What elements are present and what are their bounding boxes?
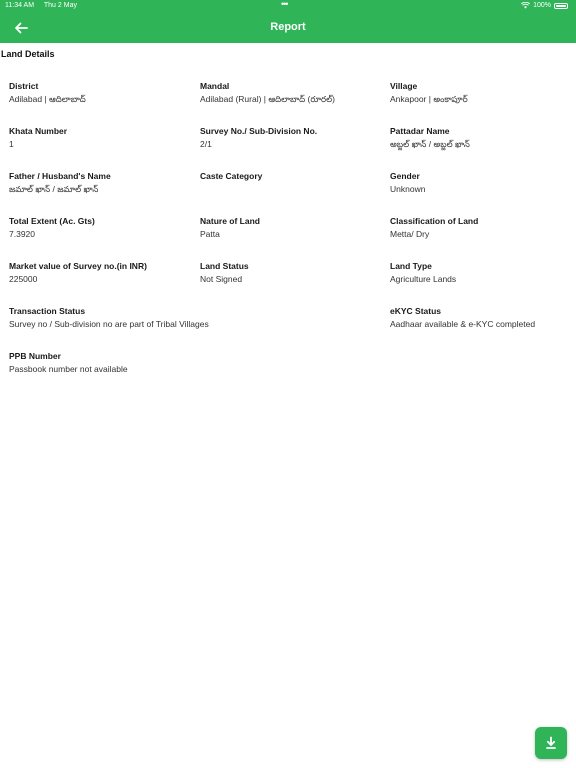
field-value: Adilabad (Rural) | ఆదిలాబాద్ (రూరల్) [200, 94, 335, 104]
field-land-type: Land Type Agriculture Lands [390, 260, 456, 286]
field-ekyc-status: eKYC Status Aadhaar available & e-KYC co… [390, 305, 535, 331]
field-label: PPB Number [9, 351, 61, 361]
status-time: 11:34 AM [5, 2, 35, 9]
field-label: Khata Number [9, 126, 68, 136]
field-caste-category: Caste Category [200, 170, 262, 183]
field-value: అబ్జల్ ఖాన్ / అబ్జల్ ఖాన్ [390, 139, 470, 149]
field-value: Passbook number not available [9, 364, 128, 374]
download-icon [546, 736, 556, 749]
field-label: Mandal [200, 81, 230, 91]
field-survey-no: Survey No./ Sub-Division No. 2/1 [200, 125, 317, 151]
field-value: జమాల్ ఖాన్ / జమాల్ ఖాన్ [9, 184, 99, 194]
field-label: District [9, 81, 39, 91]
field-value: Ankapoor | అంకాపూర్ [390, 94, 468, 104]
field-mandal: Mandal Adilabad (Rural) | ఆదిలాబాద్ (రూర… [200, 80, 335, 106]
multitasking-dots-icon[interactable]: ••• [281, 0, 289, 9]
field-label: Survey No./ Sub-Division No. [200, 126, 318, 136]
field-value: Adilabad | ఆదిలాబాద్ [9, 94, 86, 104]
field-value: Agriculture Lands [390, 274, 457, 284]
field-father-husband-name: Father / Husband's Name జమాల్ ఖాన్ / జమా… [9, 170, 111, 196]
field-land-status: Land Status Not Signed [200, 260, 249, 286]
download-button[interactable] [535, 727, 567, 759]
status-bar: 11:34 AM Thu 2 May ••• 100% [0, 0, 576, 12]
field-value: Not Signed [200, 274, 243, 284]
section-title: Land Details [1, 49, 55, 59]
field-value: 7.3920 [9, 229, 35, 239]
field-value: Metta/ Dry [390, 229, 430, 239]
field-label: Land Type [390, 261, 432, 271]
field-label: Classification of Land [390, 216, 479, 226]
field-label: Pattadar Name [390, 126, 450, 136]
status-date: Thu 2 May [43, 2, 77, 9]
wifi-icon [521, 2, 531, 9]
field-value: 2/1 [200, 139, 212, 149]
field-nature-of-land: Nature of Land Patta [200, 215, 260, 241]
field-label: Market value of Survey no.(in INR) [9, 261, 147, 271]
field-label: Nature of Land [200, 216, 260, 226]
field-market-value: Market value of Survey no.(in INR) 22500… [9, 260, 147, 286]
field-label: eKYC Status [390, 306, 442, 316]
field-label: Village [390, 81, 418, 91]
field-gender: Gender Unknown [390, 170, 425, 196]
field-classification-of-land: Classification of Land Metta/ Dry [390, 215, 478, 241]
field-district: District Adilabad | ఆదిలాబాద్ [9, 80, 86, 106]
status-left: 11:34 AM Thu 2 May [5, 2, 85, 9]
field-ppb-number: PPB Number Passbook number not available [9, 350, 128, 376]
field-value: Aadhaar available & e-KYC completed [390, 319, 536, 329]
app-header: 11:34 AM Thu 2 May ••• 100% Report [0, 0, 576, 43]
battery-icon [554, 2, 568, 9]
field-label: Total Extent (Ac. Gts) [9, 216, 95, 226]
field-label: Caste Category [200, 171, 263, 181]
field-value: 225000 [9, 274, 38, 284]
field-transaction-status: Transaction Status Survey no / Sub-divis… [9, 305, 209, 331]
field-value: 1 [9, 139, 14, 149]
battery-percent: 100% [533, 2, 551, 9]
field-value: Survey no / Sub-division no are part of … [9, 319, 209, 329]
field-value: Patta [200, 229, 220, 239]
field-khata-number: Khata Number 1 [9, 125, 67, 151]
field-label: Father / Husband's Name [9, 171, 111, 181]
field-label: Land Status [200, 261, 249, 271]
field-value: Unknown [390, 184, 426, 194]
field-village: Village Ankapoor | అంకాపూర్ [390, 80, 468, 106]
field-pattadar-name: Pattadar Name అబ్జల్ ఖాన్ / అబ్జల్ ఖాన్ [390, 125, 470, 151]
field-label: Gender [390, 171, 420, 181]
field-label: Transaction Status [9, 306, 86, 316]
page-title: Report [270, 21, 306, 33]
status-right: 100% [521, 2, 568, 9]
field-total-extent: Total Extent (Ac. Gts) 7.3920 [9, 215, 95, 241]
